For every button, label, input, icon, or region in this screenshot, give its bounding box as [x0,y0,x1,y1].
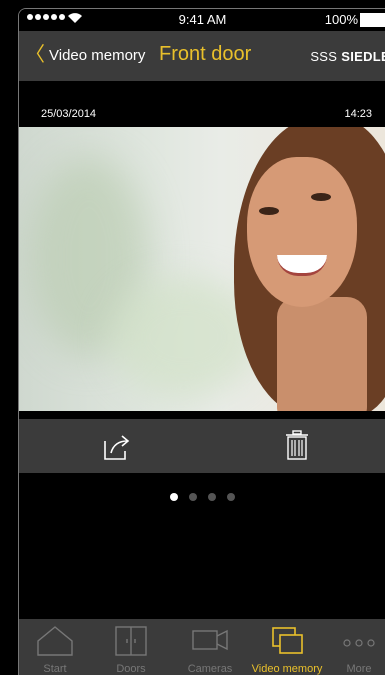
tab-doors[interactable]: Doors [101,619,161,675]
page-dot-4[interactable] [227,493,235,501]
tab-doors-label: Doors [116,663,146,675]
back-button[interactable]: 〈 Video memory [25,45,145,65]
navigation-bar: 〈 Video memory Front door SSSSIEDLE [19,31,385,81]
battery-icon [360,13,385,27]
brand-name: SIEDLE [341,49,385,64]
chevron-left-icon: 〈 [25,44,45,66]
camera-icon [192,629,228,651]
tab-cameras[interactable]: Cameras [177,619,243,675]
brand-logo: SSSSIEDLE [310,49,385,64]
more-icon [343,639,375,647]
tab-bar: Start Doors Cameras Video memory More [19,619,385,675]
share-icon[interactable] [101,431,133,463]
recording-meta: 25/03/2014 14:23 [19,81,385,127]
page-dot-2[interactable] [189,493,197,501]
image-separator [19,411,385,419]
video-memory-icon [272,627,303,654]
action-bar [19,419,385,473]
page-dot-1[interactable] [170,493,178,501]
tab-video-memory[interactable]: Video memory [241,619,333,675]
video-snapshot-image[interactable] [19,127,385,411]
page-dot-3[interactable] [208,493,216,501]
door-icon [115,626,147,656]
tab-more-label: More [346,663,372,675]
page-indicator[interactable] [19,493,385,501]
house-icon [37,626,73,656]
battery-percent: 100% [324,12,358,27]
tab-more[interactable]: More [337,619,381,675]
tab-video-memory-label: Video memory [251,663,323,675]
tab-start-label: Start [43,663,67,675]
page-title: Front door [159,43,252,65]
tab-cameras-label: Cameras [187,663,233,675]
status-bar: 9:41 AM 100% [19,9,385,31]
back-button-label: Video memory [49,46,146,64]
phone-screen: 9:41 AM 100% 〈 Video memory Front door S… [18,8,385,675]
trash-icon[interactable] [284,429,310,461]
recording-date: 25/03/2014 [41,108,97,120]
recording-time: 14:23 [344,108,372,120]
brand-prefix: SSS [310,49,338,64]
tab-start[interactable]: Start [25,619,85,675]
